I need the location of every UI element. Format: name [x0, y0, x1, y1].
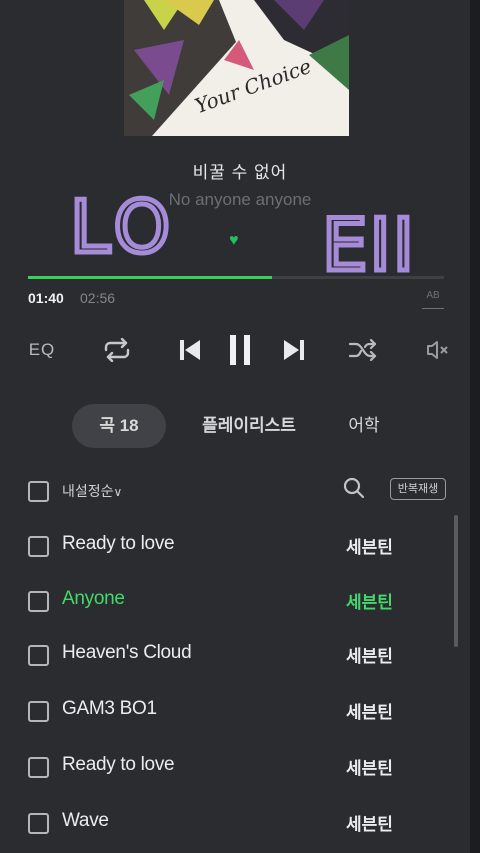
track-checkbox[interactable]	[28, 591, 49, 612]
repeat-play-button[interactable]: 반복재생	[390, 478, 446, 500]
track-row[interactable]: Ready to love 세븐틴	[0, 740, 460, 794]
sort-dropdown[interactable]: 내설정순∨	[62, 481, 122, 501]
track-artist: 세븐틴	[346, 703, 393, 722]
eq-button[interactable]: EQ	[25, 336, 59, 364]
track-title: GAM3 BO1	[62, 698, 157, 719]
track-title: Anyone	[62, 588, 125, 609]
tab-playlist[interactable]: 플레이리스트	[184, 404, 314, 448]
next-lyric: No anyone anyone	[168, 190, 312, 209]
search-icon[interactable]	[342, 476, 366, 500]
track-row[interactable]: Wave 세븐틴	[0, 796, 460, 850]
progress-bar[interactable]	[28, 276, 444, 279]
track-artist: 세븐틴	[346, 759, 393, 778]
tab-language[interactable]: 어학	[334, 404, 394, 448]
next-icon[interactable]	[281, 336, 307, 364]
track-row[interactable]: GAM3 BO1 세븐틴	[0, 684, 460, 738]
ab-repeat-button[interactable]: AB	[422, 290, 444, 309]
track-artist: 세븐틴	[346, 538, 393, 557]
player-screen: Your Choice 비꿀 수 없어 No anyone anyone LO …	[0, 0, 470, 853]
album-art[interactable]: Your Choice	[124, 0, 349, 136]
tab-songs[interactable]: 곡 18	[72, 404, 166, 448]
track-checkbox[interactable]	[28, 757, 49, 778]
total-time: 02:56	[80, 290, 116, 306]
track-checkbox[interactable]	[28, 536, 49, 557]
tab-bar: 곡 18 플레이리스트 어학	[72, 404, 400, 448]
progress-fill	[28, 276, 273, 279]
track-row[interactable]: Ready to love 세븐틴	[0, 519, 460, 573]
track-checkbox[interactable]	[28, 701, 49, 722]
track-title: Wave	[62, 810, 109, 831]
sort-label: 내설정순	[62, 483, 114, 499]
mute-icon[interactable]	[425, 336, 449, 364]
select-all-checkbox[interactable]	[28, 481, 49, 502]
track-row-playing[interactable]: Anyone 세븐틴	[0, 574, 460, 628]
current-lyric: 비꿀 수 없어	[192, 163, 288, 182]
track-checkbox[interactable]	[28, 645, 49, 666]
track-checkbox[interactable]	[28, 813, 49, 834]
heart-icon[interactable]: ♥	[229, 232, 239, 250]
pause-icon[interactable]	[226, 335, 254, 365]
list-scrollbar[interactable]	[454, 515, 458, 647]
track-artist: 세븐틴	[346, 647, 393, 666]
previous-icon[interactable]	[177, 336, 203, 364]
track-title: Heaven's Cloud	[62, 642, 192, 663]
handwriting-right: EII	[322, 203, 416, 287]
shuffle-icon[interactable]	[348, 336, 378, 364]
track-artist: 세븐틴	[346, 815, 393, 834]
screen-bezel	[470, 0, 480, 853]
track-title: Ready to love	[62, 533, 175, 554]
chevron-down-icon: ∨	[113, 485, 123, 499]
track-title: Ready to love	[62, 754, 175, 775]
current-time: 01:40	[28, 290, 64, 306]
track-artist: 세븐틴	[346, 593, 393, 612]
track-row[interactable]: Heaven's Cloud 세븐틴	[0, 628, 460, 682]
repeat-icon[interactable]	[102, 336, 132, 364]
